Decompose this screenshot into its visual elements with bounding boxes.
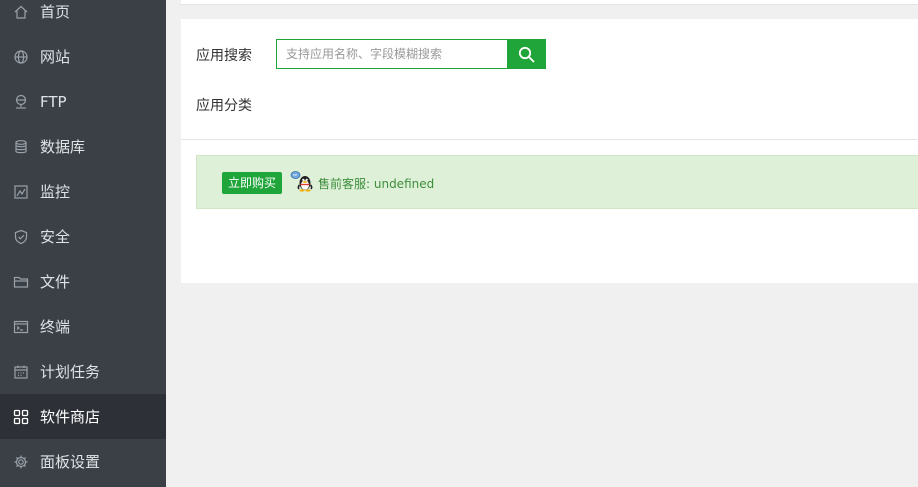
globe-icon (13, 49, 29, 65)
divider (181, 139, 918, 140)
sidebar-item-cron[interactable]: 计划任务 (0, 349, 166, 394)
sidebar-item-label: FTP (40, 92, 67, 111)
network-icon (13, 94, 29, 110)
search-button[interactable] (507, 39, 546, 69)
monitor-chart-icon (13, 184, 29, 200)
sidebar-item-label: 终端 (40, 318, 71, 336)
top-strip (181, 0, 918, 5)
shield-icon (13, 229, 29, 245)
sidebar-item-files[interactable]: 文件 (0, 259, 166, 304)
sidebar-item-ftp[interactable]: FTP (0, 79, 166, 124)
sidebar-item-label: 文件 (40, 273, 71, 291)
sidebar-item-security[interactable]: 安全 (0, 214, 166, 259)
sidebar: 首页 网站 FTP 数据库 监控 安全 文件 终端 计划任务 软件商店 面板设置 (0, 0, 166, 487)
terminal-icon (13, 319, 29, 335)
sidebar-item-label: 安全 (40, 228, 71, 246)
sidebar-item-label: 面板设置 (40, 453, 101, 471)
gear-icon (13, 454, 29, 470)
purchase-notice: 立即购买 售前客服: undefined (196, 155, 918, 209)
sidebar-item-monitor[interactable]: 监控 (0, 169, 166, 214)
folder-icon (13, 274, 29, 290)
database-icon (13, 139, 29, 155)
qq-icon[interactable] (290, 170, 314, 192)
home-icon (13, 4, 29, 20)
sidebar-item-database[interactable]: 数据库 (0, 124, 166, 169)
search-icon (518, 46, 535, 63)
grid-apps-icon (13, 409, 29, 425)
sidebar-item-terminal[interactable]: 终端 (0, 304, 166, 349)
sidebar-item-label: 数据库 (40, 138, 86, 156)
presale-service-text: 售前客服: undefined (318, 177, 435, 191)
app-store-panel: 应用搜索 应用分类 立即购买 售前客服: undefined (181, 19, 918, 283)
sidebar-item-label: 网站 (40, 48, 71, 66)
calendar-icon (13, 364, 29, 380)
search-label: 应用搜索 (196, 48, 252, 64)
sidebar-item-app-store[interactable]: 软件商店 (0, 394, 166, 439)
sidebar-item-label: 监控 (40, 183, 71, 201)
sidebar-item-label: 首页 (40, 3, 71, 21)
sidebar-item-website[interactable]: 网站 (0, 34, 166, 79)
category-label: 应用分类 (196, 98, 252, 114)
sidebar-item-label: 软件商店 (40, 408, 101, 426)
sidebar-item-home[interactable]: 首页 (0, 0, 166, 34)
sidebar-item-settings[interactable]: 面板设置 (0, 439, 166, 484)
sidebar-item-label: 计划任务 (40, 363, 101, 381)
search-input[interactable] (276, 39, 508, 69)
buy-now-button[interactable]: 立即购买 (222, 172, 283, 194)
